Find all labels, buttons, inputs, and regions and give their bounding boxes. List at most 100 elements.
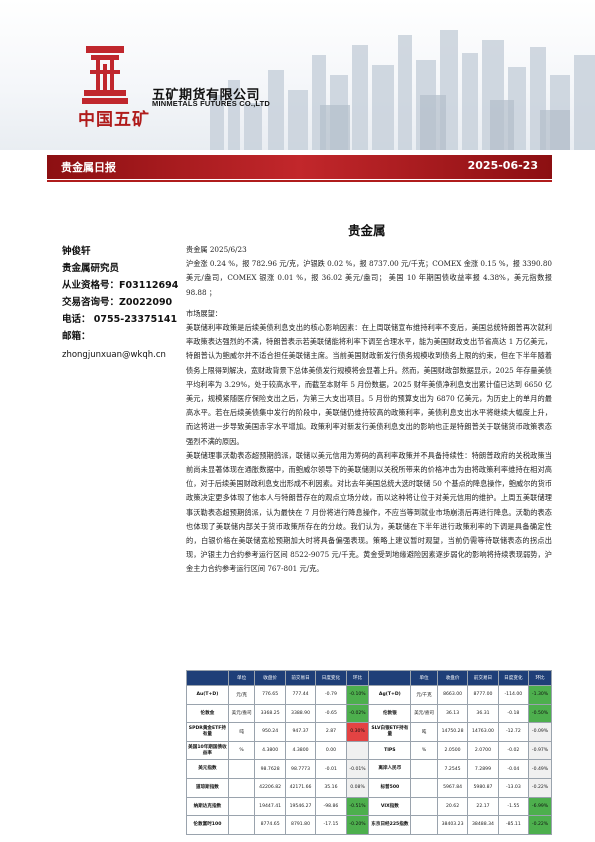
header-banner: 中国五矿 五矿期货有限公司 MINMETALS FUTURES CO.,LTD [0,0,595,150]
table-header: 单位 [227,670,256,686]
table-cell [410,796,438,817]
table-row: Au(T+D) 元/克 776.65 777.44 -0.79 -0.10% Ag(T+D)… [186,685,552,705]
table-cell: 4.3800 [284,740,317,761]
table-cell: 5980.87 [467,777,499,798]
report-body: 贵金属 2025/6/23 沪金涨 0.24 %，报 782.96 元/克，沪银… [186,243,552,577]
table-cell [410,777,438,798]
company-name-en: MINMETALS FUTURES CO.,LTD [152,99,271,108]
report-date: 2025-06-23 [467,159,538,172]
table-cell [345,740,370,761]
table-cell: 3388.90 [284,703,317,724]
table-cell: 伦敦银 [368,703,412,724]
table-cell: 36.13 [436,703,469,724]
table-row: SPDR黄金ETF持有量吨 950.24 947.37 2.87 0.30% SLV白银E… [186,722,552,742]
table-header: 前交易日 [284,670,317,686]
table-cell: 14763.00 [467,722,499,742]
table-cell: 42171.66 [284,777,317,798]
table-cell: -0.18 [497,703,530,724]
table-row: 美元指数 98.7628 98.7773 -0.01 -0.01% 离岸人民币 7.2545… [186,759,552,779]
table-cell: -0.01 [315,759,347,779]
table-header-row: 单位 收盘价 前交易日 日度变化 环比 单位 收盘价 前交易日 日度变化 环比 [186,670,552,686]
table-cell: 美元/盎司 [227,703,256,724]
table-header: 日度变化 [497,670,530,686]
table-cell: 4.3800 [254,740,286,761]
table-cell [227,777,256,798]
table-cell: 2.87 [315,722,347,742]
brand-name: 中国五矿 [78,110,150,130]
table-cell: -13.03 [497,777,530,798]
table-cell [227,759,256,779]
minmetals-logo-icon [82,46,128,104]
table-cell: 7.2545 [436,759,469,779]
divider [47,180,552,182]
table-cell: -98.86 [315,796,347,817]
table-cell: 8663.00 [436,685,469,705]
table-cell: 98.7773 [284,759,317,779]
table-cell: 0.00 [315,740,347,761]
table-row: 伦敦富时100 8774.65 8791.80 -17.15 -0.20% 东京日经225… [186,815,552,835]
table-cell: -0.51% [345,796,370,817]
table-cell: 2.0500 [436,740,469,761]
table-row: 伦敦金 美元/盎司 3368.25 3388.90 -0.65 -0.02% 伦敦银 美元/盎… [186,703,552,724]
table-cell: 美元/盎司 [410,703,438,724]
author-email[interactable]: zhongjunxuan@wkqh.cn [62,347,178,364]
table-cell [227,815,256,835]
table-cell: 元/克 [227,685,256,705]
table-header: 前交易日 [467,670,499,686]
table-cell: -17.15 [315,815,347,835]
table-cell: 标普500 [368,777,412,798]
table-cell: -0.97% [528,740,552,761]
author-email-label: 邮箱： [62,331,91,342]
table-cell: 元/千克 [410,685,438,705]
table-cell: -0.09% [528,722,552,742]
table-cell: 98.7628 [254,759,286,779]
author-phone: 电话： 0755-23375141 [62,314,178,325]
table-cell: -0.22% [528,777,552,798]
table-cell: % [227,740,256,761]
table-cell: 38403.23 [436,815,469,835]
author-role: 贵金属研究员 [62,263,120,274]
table-header [368,670,412,686]
table-cell: -0.50% [528,703,552,724]
table-cell: -0.10% [345,685,370,705]
table-cell: -0.22% [528,815,552,835]
table-cell: 吨 [227,722,256,742]
table-cell: 0.30% [345,722,370,742]
table-cell: Ag(T+D) [368,685,412,705]
table-row: 纳斯达克指数 19447.41 19546.27 -98.86 -0.51% VIX指数 2… [186,796,552,817]
table-cell: 吨 [410,722,438,742]
table-cell: -1.30% [528,685,552,705]
outlook-paragraph-1: 美联储利率政策是后续美债利息支出的核心影响因素：在上周联储宣布维持利率不变后，美… [186,323,552,446]
table-cell: 伦敦富时100 [186,815,229,835]
table-cell: -0.20% [345,815,370,835]
table-cell: 38488.34 [467,815,499,835]
table-cell: 19447.41 [254,796,286,817]
author-consult-number: 交易咨询号：Z0022090 [62,297,173,308]
table-cell: 36.31 [467,703,499,724]
table-cell: % [410,740,438,761]
table-cell: Au(T+D) [186,685,229,705]
page-title: 贵金属 [348,223,386,238]
table-cell: SLV白银ETF持有量 [368,722,412,742]
table-cell: 美国10年期国债收益率 [186,740,229,761]
table-header: 环比 [528,670,552,686]
table-cell: 2.0700 [467,740,499,761]
table-cell: 7.2899 [467,759,499,779]
table-cell: SPDR黄金ETF持有量 [186,722,229,742]
outlook-paragraph-2: 美联储理事沃勒表态超预期鸽派，联储以美元信用为筹码的高利率政策并不具备持续性：特… [186,450,552,574]
table-header [186,670,229,686]
table-cell: 950.24 [254,722,286,742]
table-cell: -114.00 [497,685,530,705]
outlook-title: 市场展望： [186,308,222,318]
table-header: 收盘价 [436,670,469,686]
table-cell: 伦敦金 [186,703,229,724]
table-row: 美国10年期国债收益率% 4.3800 4.3800 0.00 TIPS% 2.0500 2… [186,740,552,761]
table-cell [410,815,438,835]
author-name: 钟俊轩 [62,246,91,257]
author-license: 从业资格号：F03112694 [62,280,179,291]
table-header: 环比 [345,670,370,686]
table-cell: 8777.00 [467,685,499,705]
table-cell [227,796,256,817]
table-cell: 东京日经225指数 [368,815,412,835]
table-cell: -0.02% [345,703,370,724]
